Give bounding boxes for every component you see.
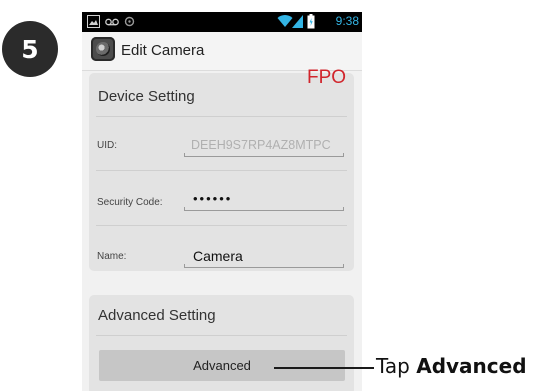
signal-icon (292, 15, 303, 28)
phone-screen: 9:38 Edit Camera Device Setting UID: DEE… (82, 12, 362, 391)
divider (96, 170, 347, 171)
step-number-badge: 5 (2, 21, 58, 77)
divider (96, 225, 347, 226)
screen-title: Edit Camera (121, 42, 205, 59)
advanced-setting-title: Advanced Setting (98, 307, 216, 324)
security-code-label: Security Code: (97, 197, 163, 208)
divider (96, 335, 347, 336)
camera-app-icon[interactable] (91, 37, 115, 61)
advanced-setting-card: Advanced Setting Advanced (89, 295, 354, 391)
uid-field[interactable]: DEEH9S7RP4AZ8MTPC (191, 138, 331, 152)
uid-label: UID: (97, 140, 117, 151)
step-number: 5 (21, 34, 39, 64)
security-code-field[interactable]: •••••• (193, 191, 232, 206)
wifi-icon (277, 15, 293, 27)
name-field[interactable]: Camera (193, 248, 243, 264)
device-setting-card: Device Setting UID: DEEH9S7RP4AZ8MTPC Se… (89, 73, 354, 271)
device-setting-title: Device Setting (98, 88, 195, 105)
advanced-button[interactable]: Advanced (99, 350, 345, 381)
callout-text: Tap Advanced (376, 354, 527, 378)
gallery-icon (87, 15, 100, 28)
callout-emphasis: Advanced (416, 354, 527, 378)
divider (96, 116, 347, 117)
voicemail-icon (105, 18, 119, 26)
status-time: 9:38 (335, 14, 359, 28)
status-bar: 9:38 (82, 12, 362, 32)
uid-field-underline (184, 153, 344, 157)
name-field-underline (184, 264, 344, 268)
fpo-label: FPO (307, 67, 347, 88)
circle-icon (124, 16, 135, 27)
action-bar: Edit Camera (82, 32, 362, 71)
name-label: Name: (97, 251, 127, 262)
camera-lens-icon (96, 42, 110, 56)
callout-prefix: Tap (376, 354, 417, 378)
battery-icon (307, 14, 315, 29)
security-code-underline (184, 207, 344, 211)
callout-pointer-line (274, 367, 374, 369)
